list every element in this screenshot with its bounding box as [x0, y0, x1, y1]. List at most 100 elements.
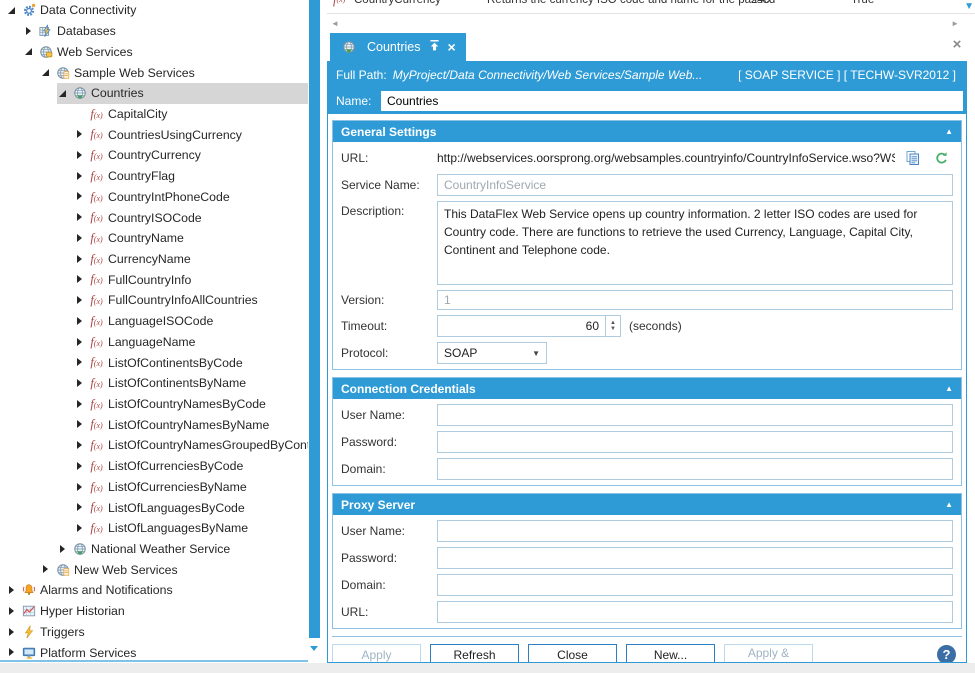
expander-collapsed-icon[interactable]: [74, 497, 88, 518]
tree-item-platform-services[interactable]: Platform Services: [6, 642, 308, 662]
tree-item-hyper-historian[interactable]: Hyper Historian: [6, 601, 308, 622]
expander-collapsed-icon[interactable]: [23, 21, 37, 42]
copy-icon[interactable]: [905, 150, 921, 166]
description-textarea[interactable]: This DataFlex Web Service opens up count…: [437, 201, 953, 285]
tree-item-databases[interactable]: Databases: [23, 21, 308, 42]
expander-collapsed-icon[interactable]: [57, 539, 71, 560]
proxy-server-header[interactable]: Proxy Server ▲: [333, 494, 961, 515]
expander-collapsed-icon[interactable]: [74, 332, 88, 353]
proxy-url-input[interactable]: [437, 601, 953, 623]
tree-item-listofcurrenciesbycode[interactable]: f(x)ListOfCurrenciesByCode: [74, 456, 308, 477]
credentials-user-input[interactable]: [437, 404, 953, 426]
tree-item-national-weather-service[interactable]: National Weather Service: [57, 539, 308, 560]
expander-collapsed-icon[interactable]: [74, 228, 88, 249]
expander-collapsed-icon[interactable]: [74, 249, 88, 270]
tree-item-fullcountryinfoallcountries[interactable]: f(x)FullCountryInfoAllCountries: [74, 290, 308, 311]
tree-item-sample-web-services[interactable]: Sample Web Services: [40, 62, 308, 83]
tree-item-triggers[interactable]: Triggers: [6, 622, 308, 643]
new-button[interactable]: New...: [626, 644, 715, 662]
connection-credentials-header[interactable]: Connection Credentials ▲: [333, 378, 961, 399]
tree-item-web-services[interactable]: Web Services: [23, 41, 308, 62]
tree-item-listoflanguagesbycode[interactable]: f(x)ListOfLanguagesByCode: [74, 497, 308, 518]
tree-item-countrycurrency[interactable]: f(x)CountryCurrency: [74, 145, 308, 166]
name-input[interactable]: [380, 90, 964, 112]
tree-item-countryintphonecode[interactable]: f(x)CountryIntPhoneCode: [74, 186, 308, 207]
tree-item-countryflag[interactable]: f(x)CountryFlag: [74, 166, 308, 187]
tree-item-alarms-and-notifications[interactable]: Alarms and Notifications: [6, 580, 308, 601]
pane-close-icon[interactable]: ×: [949, 37, 965, 53]
expander-collapsed-icon[interactable]: [74, 435, 88, 456]
credentials-password-input[interactable]: [437, 431, 953, 453]
expander-collapsed-icon[interactable]: [74, 207, 88, 228]
tree-scrollbar-thumb[interactable]: [309, 0, 320, 638]
tree-item-listofcountrynamesbycode[interactable]: f(x)ListOfCountryNamesByCode: [74, 394, 308, 415]
expander-collapsed-icon[interactable]: [74, 186, 88, 207]
credentials-domain-input[interactable]: [437, 458, 953, 480]
tree-item-listofcontinentsbycode[interactable]: f(x)ListOfContinentsByCode: [74, 352, 308, 373]
spinner-down-icon[interactable]: ▼: [610, 326, 616, 332]
expander-collapsed-icon[interactable]: [74, 352, 88, 373]
general-settings-header[interactable]: General Settings ▲: [333, 121, 961, 142]
collapse-arrow-icon[interactable]: ▲: [945, 127, 953, 136]
refresh-icon[interactable]: [934, 151, 949, 166]
expander-collapsed-icon[interactable]: [74, 269, 88, 290]
tree-item-listoflanguagesbyname[interactable]: f(x)ListOfLanguagesByName: [74, 518, 308, 539]
expander-expanded-icon[interactable]: [23, 41, 37, 62]
tab-countries[interactable]: Countries ×: [330, 33, 466, 61]
navigation-tree[interactable]: Data ConnectivityDatabasesWeb ServicesSa…: [0, 0, 308, 662]
expander-collapsed-icon[interactable]: [74, 518, 88, 539]
expander-expanded-icon[interactable]: [57, 83, 71, 104]
expander-collapsed-icon[interactable]: [74, 477, 88, 498]
tree-item-countries[interactable]: Countries: [57, 83, 308, 104]
tree-item-languageisocode[interactable]: f(x)LanguageISOCode: [74, 311, 308, 332]
expander-collapsed-icon[interactable]: [6, 601, 20, 622]
tree-item-currencyname[interactable]: f(x)CurrencyName: [74, 249, 308, 270]
expander-collapsed-icon[interactable]: [6, 642, 20, 662]
expander-expanded-icon[interactable]: [40, 62, 54, 83]
expander-collapsed-icon[interactable]: [74, 145, 88, 166]
expander-collapsed-icon[interactable]: [74, 124, 88, 145]
proxy-user-input[interactable]: [437, 520, 953, 542]
refresh-button[interactable]: Refresh: [430, 644, 519, 662]
promote-up-icon[interactable]: [428, 39, 441, 55]
expander-collapsed-icon[interactable]: [6, 622, 20, 643]
expander-collapsed-icon[interactable]: [40, 559, 54, 580]
tree-item-countryname[interactable]: f(x)CountryName: [74, 228, 308, 249]
tree-item-new-web-services[interactable]: New Web Services: [40, 559, 308, 580]
tree-item-listofcontinentsbyname[interactable]: f(x)ListOfContinentsByName: [74, 373, 308, 394]
grid-caret-down-icon[interactable]: ▼: [964, 1, 974, 12]
expander-collapsed-icon[interactable]: [74, 456, 88, 477]
horizontal-scrollbar[interactable]: ◄ ►: [327, 16, 975, 30]
tree-scrollbar[interactable]: [309, 0, 320, 662]
version-input[interactable]: [437, 290, 953, 310]
expander-collapsed-icon[interactable]: [74, 290, 88, 311]
tree-item-listofcountrynamesbyname[interactable]: f(x)ListOfCountryNamesByName: [74, 414, 308, 435]
tree-item-fullcountryinfo[interactable]: f(x)FullCountryInfo: [74, 269, 308, 290]
tree-scroll-down-icon[interactable]: [310, 646, 318, 651]
collapse-arrow-icon[interactable]: ▲: [945, 500, 953, 509]
timeout-spinner[interactable]: ▲ ▼: [606, 315, 621, 337]
tree-item-capitalcity[interactable]: f(x)CapitalCity: [74, 104, 308, 125]
tree-item-countryisocode[interactable]: f(x)CountryISOCode: [74, 207, 308, 228]
expander-expanded-icon[interactable]: [6, 0, 20, 21]
help-button[interactable]: ?: [937, 645, 956, 662]
expander-collapsed-icon[interactable]: [74, 166, 88, 187]
tree-item-languagename[interactable]: f(x)LanguageName: [74, 332, 308, 353]
scroll-left-icon[interactable]: ◄: [331, 19, 339, 28]
tree-item-listofcurrenciesbyname[interactable]: f(x)ListOfCurrenciesByName: [74, 477, 308, 498]
expander-collapsed-icon[interactable]: [74, 394, 88, 415]
scroll-right-icon[interactable]: ►: [951, 19, 959, 28]
protocol-select[interactable]: SOAP ▼: [437, 342, 547, 364]
collapse-arrow-icon[interactable]: ▲: [945, 384, 953, 393]
expander-collapsed-icon[interactable]: [74, 311, 88, 332]
close-button[interactable]: Close: [528, 644, 617, 662]
proxy-password-input[interactable]: [437, 547, 953, 569]
tree-item-data-connectivity[interactable]: Data Connectivity: [6, 0, 308, 21]
expander-collapsed-icon[interactable]: [74, 373, 88, 394]
expander-collapsed-icon[interactable]: [74, 414, 88, 435]
service-name-input[interactable]: [437, 174, 953, 196]
tree-item-countriesusingcurrency[interactable]: f(x)CountriesUsingCurrency: [74, 124, 308, 145]
proxy-domain-input[interactable]: [437, 574, 953, 596]
timeout-input[interactable]: [437, 315, 606, 337]
tree-item-listofcountrynamesgroupedbycontinent[interactable]: f(x)ListOfCountryNamesGroupedByContinent: [74, 435, 308, 456]
